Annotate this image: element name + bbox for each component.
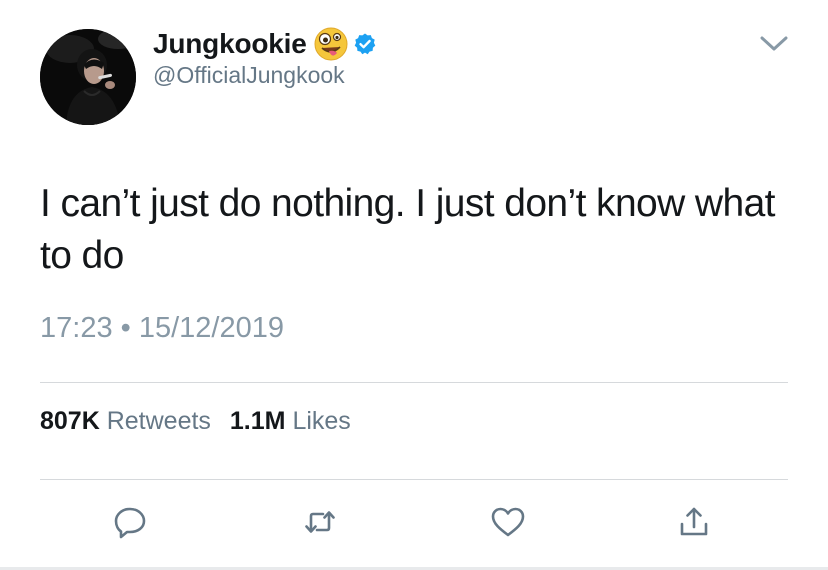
like-button[interactable] (486, 500, 530, 544)
retweets-label[interactable]: Retweets (107, 407, 211, 435)
retweet-icon (305, 511, 335, 533)
share-icon (680, 507, 708, 536)
user-name-row: Jungkookie (153, 24, 377, 64)
verified-badge-icon (353, 32, 377, 56)
avatar-photo (40, 29, 136, 125)
retweets-count[interactable]: 807K (40, 407, 100, 435)
timestamp-separator: • (120, 312, 131, 344)
tweet-date: 15/12/2019 (138, 312, 285, 344)
retweet-button[interactable] (298, 500, 342, 544)
tweet-timestamp[interactable]: 17:23 • 15/12/2019 (40, 312, 284, 345)
reply-icon (114, 507, 146, 539)
reply-button[interactable] (108, 500, 152, 544)
user-handle[interactable]: @OfficialJungkook (153, 62, 345, 89)
divider (40, 479, 788, 480)
display-name[interactable]: Jungkookie (153, 28, 307, 60)
zany-face-emoji-icon (313, 26, 349, 62)
tweet-text: I can’t just do nothing. I just don’t kn… (40, 182, 786, 277)
likes-label[interactable]: Likes (292, 407, 350, 435)
likes-count[interactable]: 1.1M (230, 407, 286, 435)
tweet-time: 17:23 (40, 312, 113, 344)
tweet-actions (0, 500, 828, 550)
divider (40, 382, 788, 383)
share-button[interactable] (672, 500, 716, 544)
chevron-down-icon[interactable] (758, 32, 790, 56)
tweet-card: Jungkookie @OfficialJungkook I can’t jus… (0, 0, 828, 570)
like-icon (491, 507, 525, 537)
tweet-stats: 807K Retweets 1.1M Likes (40, 407, 363, 436)
avatar[interactable] (40, 29, 136, 125)
